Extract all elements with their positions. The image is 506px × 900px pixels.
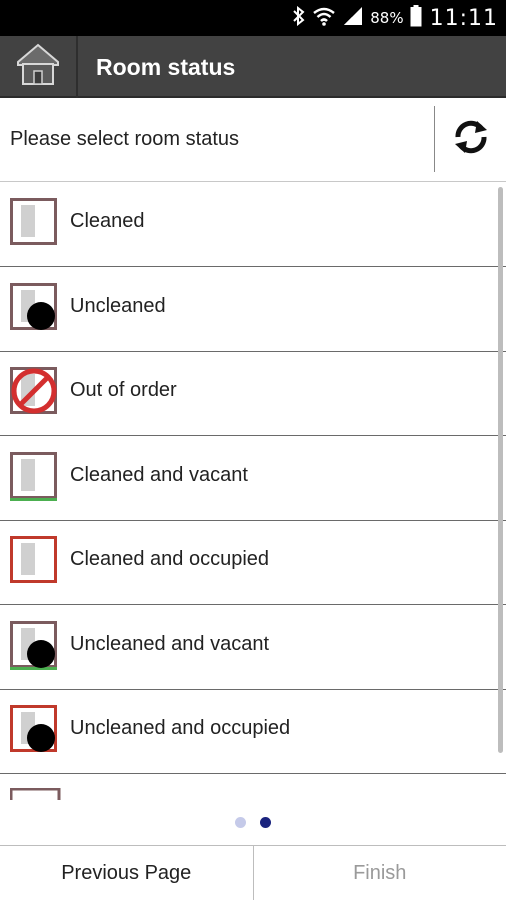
list-scrollbar[interactable] [498,187,503,753]
finish-button[interactable]: Finish [254,846,506,900]
bluetooth-icon [292,5,306,31]
screen-title: Room status [96,54,236,80]
previous-page-button[interactable]: Previous Page [0,846,254,900]
wifi-icon [312,6,336,31]
status-label: Uncleaned [70,294,166,317]
status-list-item[interactable]: Uncleaned and occupied [0,690,506,774]
status-label: Cleaned and vacant [70,463,248,486]
status-label: Cleaned [70,210,145,232]
battery-icon [410,4,422,32]
refresh-button[interactable] [434,106,506,172]
bottom-bar: Previous Page Finish [0,845,506,900]
battery-percent: 88% [370,9,404,27]
status-list-item[interactable]: Cleaned [0,183,506,267]
partial-list-item[interactable] [0,773,506,800]
status-list-item[interactable]: Uncleaned [0,268,506,352]
home-button[interactable] [0,36,78,98]
home-icon [14,42,62,93]
status-label: Uncleaned and vacant [70,632,270,655]
signal-icon [342,6,364,31]
room-uncleaned-icon [10,282,60,333]
clock: 11:11 [429,5,498,31]
room-uncleaned-occupied-icon [10,705,60,755]
room-cleaned-icon [10,198,60,248]
status-list-item[interactable]: Out of order [0,352,506,436]
select-header: Please select room status [0,100,506,182]
page-dot-2 [260,816,271,828]
page-indicator [0,812,506,832]
room-status-list[interactable]: Cleaned Uncleaned Out of order Cleaned and … [0,183,506,800]
out-of-order-icon [10,367,60,417]
page-dot-1 [235,816,246,828]
status-label: Uncleaned and occupied [70,717,291,739]
status-list-item[interactable]: Cleaned and vacant [0,437,506,521]
refresh-icon [451,117,491,162]
select-prompt: Please select room status [10,128,239,150]
room-cleaned-vacant-icon [10,451,60,502]
status-bar: 88% 11:11 [0,0,506,36]
action-bar: Room status [0,36,506,98]
status-icons: 88% 11:11 [292,0,498,36]
status-list-item[interactable]: Cleaned and occupied [0,521,506,605]
status-label: Cleaned and occupied [70,548,270,570]
room-uncleaned-vacant-icon [10,620,60,671]
status-label: Out of order [70,379,177,401]
status-list-item[interactable]: Uncleaned and vacant [0,606,506,690]
room-cleaned-occupied-icon [10,536,60,586]
